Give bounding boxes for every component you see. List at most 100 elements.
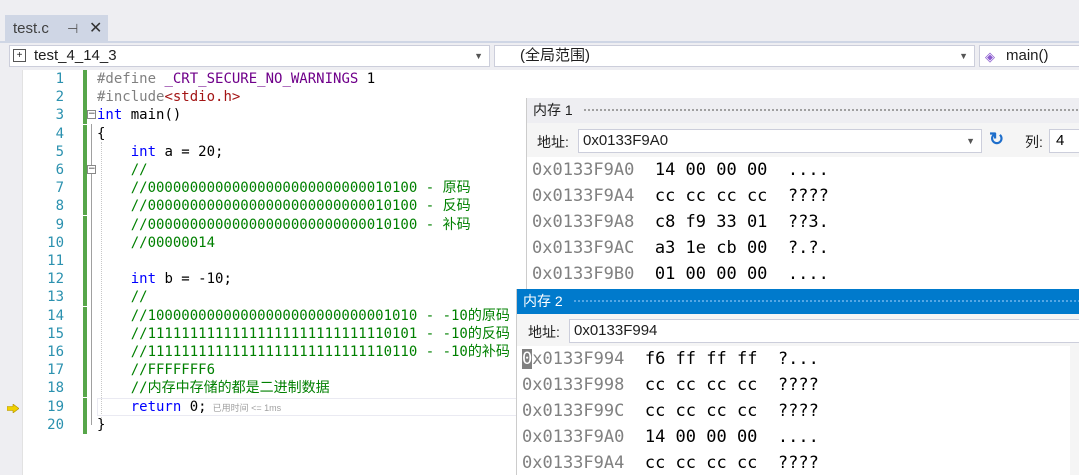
memory-row[interactable]: 0x0133F998 cc cc cc cc ???? xyxy=(522,372,819,398)
memory-ascii: .... xyxy=(777,427,819,447)
memory-bytes[interactable]: c8 f9 33 01 xyxy=(634,212,788,232)
change-tracking-bar xyxy=(83,397,87,416)
memory-bytes[interactable]: cc cc cc cc xyxy=(624,401,778,421)
memory-1-address-input[interactable]: 0x0133F9A0 ▼ xyxy=(578,129,982,153)
line-number: 17 xyxy=(47,362,64,379)
change-tracking-bar xyxy=(83,124,87,143)
drag-grip[interactable] xyxy=(573,299,1079,304)
project-dropdown[interactable]: + test_4_14_3 ▼ xyxy=(9,45,490,67)
change-tracking-bar xyxy=(83,288,87,307)
line-number: 2 xyxy=(55,89,64,106)
memory-address: 0x0133F9A4 xyxy=(522,453,625,473)
refresh-icon[interactable]: ↻ xyxy=(989,129,1004,150)
memory-bytes[interactable]: cc cc cc cc xyxy=(634,186,788,206)
collapse-icon[interactable]: − xyxy=(87,165,96,174)
memory-bytes[interactable]: cc cc cc cc xyxy=(624,453,778,473)
memory-bytes[interactable]: a3 1e cb 00 xyxy=(634,238,788,258)
memory-ascii: ???? xyxy=(787,186,829,206)
memory-bytes[interactable]: 01 00 00 00 xyxy=(634,264,788,284)
code-text: //FFFFFFF6 xyxy=(97,362,216,379)
memory-address: 0x0133F9B0 xyxy=(532,264,635,284)
dropdown-arrow-icon: ▼ xyxy=(959,51,968,61)
code-text: int b = -10; xyxy=(130,271,232,288)
scope-dropdown[interactable]: (全局范围) ▼ xyxy=(494,45,975,67)
memory-ascii: ???? xyxy=(777,375,819,395)
pin-icon[interactable]: ⊣ xyxy=(67,15,78,42)
memory-ascii: .... xyxy=(787,160,829,180)
code-text: { xyxy=(97,125,106,142)
navigation-bar: + test_4_14_3 ▼ (全局范围) ▼ ◈ main() xyxy=(0,43,1079,70)
document-tab-strip: test.c ⊣ ✕ xyxy=(0,0,1079,43)
memory-ascii: ?... xyxy=(777,349,819,369)
memory-address: 0x0133F9A8 xyxy=(532,212,635,232)
memory-row[interactable]: 0x0133F9AC a3 1e cb 00 ?.?. xyxy=(532,235,829,261)
memory-address: 0x0133F9A0 xyxy=(532,160,635,180)
memory-2-title: 内存 2 xyxy=(523,293,563,309)
memory-2-address-bar: 地址: 0x0133F994 xyxy=(517,314,1079,346)
collapse-icon[interactable]: − xyxy=(87,110,96,120)
memory-1-grid[interactable]: 0x0133F9A0 14 00 00 00 .... 0x0133F9A4 cc… xyxy=(527,157,1079,290)
project-icon: + xyxy=(13,49,26,62)
code-text: //00000014 xyxy=(97,234,216,251)
memory-row[interactable]: 0x0133F9A4 cc cc cc cc ???? xyxy=(532,183,829,209)
change-tracking-bar xyxy=(83,324,87,343)
code-text: // xyxy=(97,289,148,306)
memory-address: 0x0133F9AC xyxy=(532,238,635,258)
close-icon[interactable]: ✕ xyxy=(89,15,102,42)
line-number: 7 xyxy=(55,180,64,197)
code-text: #include<stdio.h> xyxy=(97,89,241,106)
memory-address: 0x0133F9A0 xyxy=(522,427,625,447)
dropdown-arrow-icon: ▼ xyxy=(474,51,483,61)
memory-bytes[interactable]: 14 00 00 00 xyxy=(634,160,788,180)
memory-2-grid[interactable]: 0x0133F994 f6 ff ff ff ?... 0x0133F998 cc… xyxy=(517,346,1070,475)
code-line[interactable]: 1 #define _CRT_SECURE_NO_WARNINGS 1 xyxy=(0,70,1079,88)
memory-row[interactable]: 0x0133F9A4 cc cc cc cc ???? xyxy=(522,450,819,475)
memory-address: 0x0133F994 xyxy=(522,349,625,369)
function-dropdown[interactable]: ◈ main() xyxy=(979,45,1079,67)
columns-value: 4 xyxy=(1056,132,1065,149)
dropdown-arrow-icon[interactable]: ▼ xyxy=(966,130,975,152)
columns-input[interactable]: 4 xyxy=(1049,129,1079,153)
memory-2-address-input[interactable]: 0x0133F994 xyxy=(569,319,1079,343)
line-number: 3 xyxy=(55,107,64,124)
memory-bytes[interactable]: cc cc cc cc xyxy=(624,375,778,395)
line-number: 5 xyxy=(55,143,64,160)
project-name: test_4_14_3 xyxy=(34,47,117,64)
memory-row[interactable]: 0x0133F99C cc cc cc cc ???? xyxy=(522,398,819,424)
memory-address: 0x0133F99C xyxy=(522,401,625,421)
memory-ascii: ???? xyxy=(777,453,819,473)
memory-ascii: ???? xyxy=(777,401,819,421)
memory-row[interactable]: 0x0133F9A0 14 00 00 00 .... xyxy=(522,424,819,450)
change-tracking-bar xyxy=(83,215,87,234)
memory-1-title-bar[interactable]: 内存 1 xyxy=(527,98,1079,123)
memory-ascii: ?.?. xyxy=(787,238,829,258)
change-tracking-bar xyxy=(83,379,87,398)
drag-grip[interactable] xyxy=(583,108,1079,113)
memory-2-title-bar[interactable]: 内存 2 xyxy=(517,289,1079,314)
memory-ascii: ??3. xyxy=(787,212,829,232)
address-value: 0x0133F994 xyxy=(574,322,658,339)
change-tracking-bar xyxy=(83,179,87,198)
memory-row[interactable]: 0x0133F9B0 01 00 00 00 .... xyxy=(532,261,829,287)
change-tracking-bar xyxy=(83,361,87,380)
code-text: //内存中存储的都是二进制数据 xyxy=(97,380,330,397)
perf-tip[interactable]: 已用时间 <= 1ms xyxy=(213,403,282,413)
change-tracking-bar xyxy=(83,306,87,325)
memory-bytes[interactable]: f6 ff ff ff xyxy=(624,349,778,369)
memory-row[interactable]: 0x0133F9A0 14 00 00 00 .... xyxy=(532,157,829,183)
tab-test-c[interactable]: test.c ⊣ ✕ xyxy=(5,15,108,42)
memory-ascii: .... xyxy=(787,264,829,284)
memory-row[interactable]: 0x0133F994 f6 ff ff ff ?... xyxy=(522,346,819,372)
line-number: 20 xyxy=(47,416,64,433)
code-text: //00000000000000000000000000010100 - 补码 xyxy=(97,216,471,233)
change-tracking-bar xyxy=(83,142,87,161)
line-number: 19 xyxy=(47,398,64,415)
memory-row[interactable]: 0x0133F9A8 c8 f9 33 01 ??3. xyxy=(532,209,829,235)
change-tracking-bar xyxy=(83,270,87,289)
change-tracking-bar xyxy=(83,343,87,361)
memory-bytes[interactable]: 14 00 00 00 xyxy=(624,427,778,447)
memory-address: 0x0133F998 xyxy=(522,375,625,395)
memory-window-2: 内存 2 地址: 0x0133F994 0x0133F994 f6 ff ff … xyxy=(516,289,1079,475)
code-text: //00000000000000000000000000010100 - 反码 xyxy=(97,198,471,215)
code-text: //00000000000000000000000000010100 - 原码 xyxy=(97,180,471,197)
